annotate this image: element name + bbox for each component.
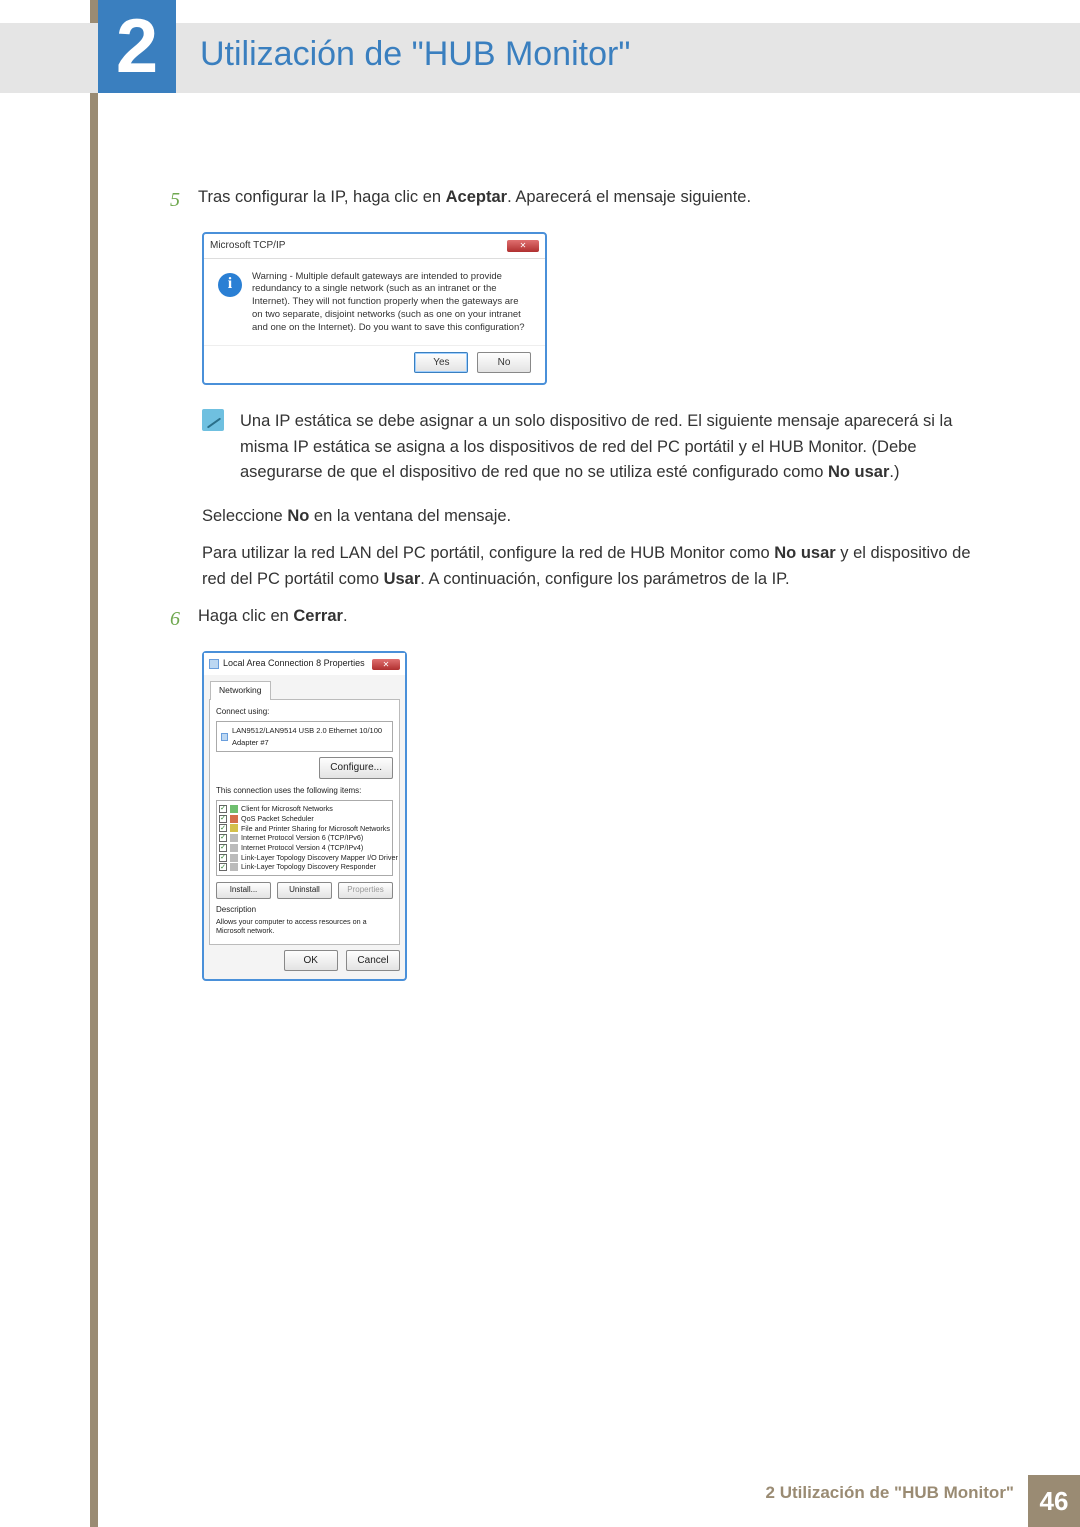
text: Seleccione — [202, 507, 287, 525]
close-button[interactable]: ✕ — [507, 240, 539, 252]
checkbox-icon[interactable]: ✓ — [219, 834, 227, 842]
install-button[interactable]: Install... — [216, 882, 271, 898]
checkbox-icon[interactable]: ✓ — [219, 854, 227, 862]
step-text: Tras configurar la IP, haga clic en Acep… — [198, 185, 990, 216]
dialog-titlebar: Local Area Connection 8 Properties ✕ — [204, 653, 405, 675]
network-icon — [209, 659, 219, 669]
item-button-row: Install... Uninstall Properties — [216, 882, 393, 898]
checkbox-icon[interactable]: ✓ — [219, 815, 227, 823]
page-content: 5 Tras configurar la IP, haga clic en Ac… — [170, 185, 990, 981]
dialog-title: Microsoft TCP/IP — [210, 238, 285, 254]
description-box: Description Allows your computer to acce… — [216, 905, 393, 936]
connection-properties-dialog: Local Area Connection 8 Properties ✕ Net… — [202, 651, 407, 981]
list-item[interactable]: ✓ Internet Protocol Version 6 (TCP/IPv6) — [219, 833, 390, 843]
items-label: This connection uses the following items… — [216, 785, 393, 797]
close-button[interactable]: ✕ — [372, 659, 400, 670]
protocol-icon — [230, 863, 238, 871]
dialog-message: Warning - Multiple default gateways are … — [252, 271, 531, 335]
step-number: 6 — [170, 604, 198, 635]
checkbox-icon[interactable]: ✓ — [219, 824, 227, 832]
checkbox-icon[interactable]: ✓ — [219, 805, 227, 813]
paragraph-select-no: Seleccione No en la ventana del mensaje. — [202, 504, 990, 530]
dialog-bottom-row: OK Cancel — [204, 950, 405, 980]
text-bold: No usar — [774, 544, 835, 562]
list-item[interactable]: ✓ Internet Protocol Version 4 (TCP/IPv4) — [219, 843, 390, 853]
list-item[interactable]: ✓ QoS Packet Scheduler — [219, 814, 390, 824]
ok-button[interactable]: OK — [284, 950, 338, 972]
protocol-icon — [230, 834, 238, 842]
text: en la ventana del mensaje. — [309, 507, 511, 525]
text-bold: Usar — [384, 570, 421, 588]
item-label: File and Printer Sharing for Microsoft N… — [241, 824, 390, 834]
no-button[interactable]: No — [477, 352, 531, 374]
service-icon — [230, 815, 238, 823]
text: .) — [889, 463, 899, 481]
step-6: 6 Haga clic en Cerrar. — [170, 604, 990, 635]
item-label: Link-Layer Topology Discovery Mapper I/O… — [241, 853, 398, 863]
text: . A continuación, configure los parámetr… — [420, 570, 789, 588]
description-text: Allows your computer to access resources… — [216, 917, 393, 936]
list-item[interactable]: ✓Link-Layer Topology Discovery Mapper I/… — [219, 853, 390, 863]
cancel-button[interactable]: Cancel — [346, 950, 400, 972]
networking-tab[interactable]: Networking — [210, 681, 271, 699]
configure-row: Configure... — [216, 757, 393, 779]
text: Para utilizar la red LAN del PC portátil… — [202, 544, 774, 562]
description-label: Description — [216, 905, 393, 915]
connect-using-label: Connect using: — [216, 706, 393, 718]
item-label: QoS Packet Scheduler — [241, 814, 314, 824]
checkbox-icon[interactable]: ✓ — [219, 844, 227, 852]
items-list: ✓ Client for Microsoft Networks ✓ QoS Pack… — [216, 800, 393, 876]
chapter-title: Utilización de "HUB Monitor" — [200, 35, 630, 74]
protocol-icon — [230, 854, 238, 862]
dialog-body: i Warning - Multiple default gateways ar… — [204, 258, 545, 345]
adapter-field: LAN9512/LAN9514 USB 2.0 Ethernet 10/100 … — [216, 721, 393, 752]
item-label: Internet Protocol Version 4 (TCP/IPv4) — [241, 843, 363, 853]
text-bold: Cerrar — [293, 607, 343, 625]
chapter-number-badge: 2 — [98, 0, 176, 93]
paragraph-lan-config: Para utilizar la red LAN del PC portátil… — [202, 541, 990, 592]
page-footer: 2 Utilización de "HUB Monitor" 46 — [0, 1475, 1080, 1527]
page-number: 46 — [1028, 1475, 1080, 1527]
side-stripe — [90, 0, 98, 1527]
list-item[interactable]: ✓ Link-Layer Topology Discovery Responder — [219, 862, 390, 872]
step-text: Haga clic en Cerrar. — [198, 604, 990, 635]
text: Tras configurar la IP, haga clic en — [198, 188, 446, 206]
checkbox-icon[interactable]: ✓ — [219, 863, 227, 871]
uninstall-button[interactable]: Uninstall — [277, 882, 332, 898]
dialog-title: Local Area Connection 8 Properties — [223, 657, 365, 671]
footer-label: 2 Utilización de "HUB Monitor" — [766, 1483, 1028, 1519]
dialog-titlebar: Microsoft TCP/IP ✕ — [204, 234, 545, 258]
adapter-name: LAN9512/LAN9514 USB 2.0 Ethernet 10/100 … — [232, 725, 388, 748]
text: . — [343, 607, 348, 625]
note-text: Una IP estática se debe asignar a un sol… — [240, 409, 990, 486]
yes-button[interactable]: Yes — [414, 352, 468, 374]
info-icon: i — [218, 273, 242, 297]
step-5: 5 Tras configurar la IP, haga clic en Ac… — [170, 185, 990, 216]
text-bold: Aceptar — [446, 188, 507, 206]
dialog-panel: Connect using: LAN9512/LAN9514 USB 2.0 E… — [209, 699, 400, 945]
adapter-icon — [221, 733, 228, 741]
text-bold: No — [287, 507, 309, 525]
note-block: Una IP estática se debe asignar a un sol… — [202, 409, 990, 486]
list-item[interactable]: ✓ Client for Microsoft Networks — [219, 804, 390, 814]
text-bold: No usar — [828, 463, 889, 481]
client-icon — [230, 805, 238, 813]
list-item[interactable]: ✓ File and Printer Sharing for Microsoft … — [219, 824, 390, 834]
text: Haga clic en — [198, 607, 293, 625]
note-icon — [202, 409, 224, 431]
item-label: Internet Protocol Version 6 (TCP/IPv6) — [241, 833, 363, 843]
item-label: Client for Microsoft Networks — [241, 804, 333, 814]
text: . Aparecerá el mensaje siguiente. — [507, 188, 751, 206]
item-label: Link-Layer Topology Discovery Responder — [241, 862, 376, 872]
protocol-icon — [230, 844, 238, 852]
service-icon — [230, 824, 238, 832]
properties-button[interactable]: Properties — [338, 882, 393, 898]
dialog-button-row: Yes No — [204, 345, 545, 384]
configure-button[interactable]: Configure... — [319, 757, 393, 779]
step-number: 5 — [170, 185, 198, 216]
tcpip-warning-dialog: Microsoft TCP/IP ✕ i Warning - Multiple … — [202, 232, 547, 385]
